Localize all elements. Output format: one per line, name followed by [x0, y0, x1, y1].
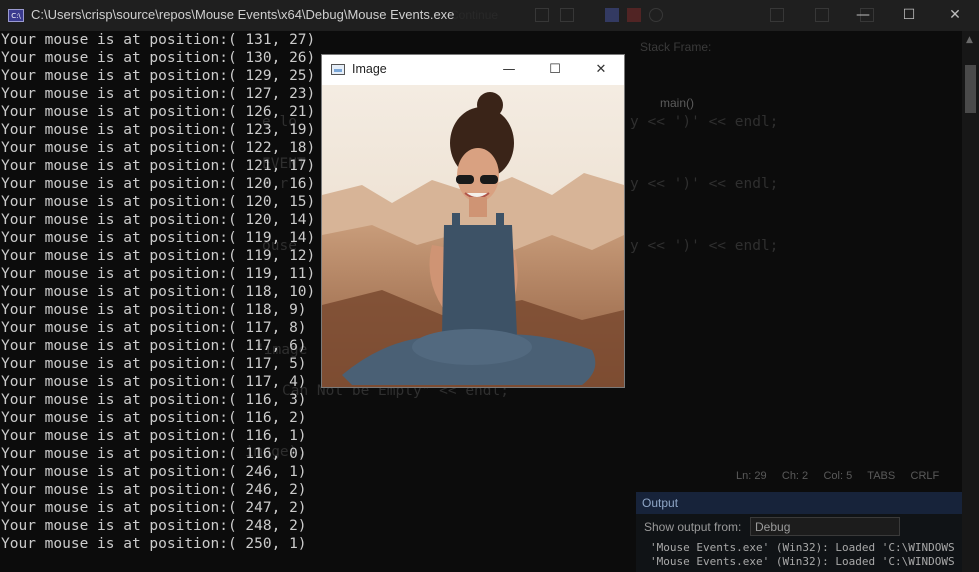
- output-line: 'Mouse Events.exe' (Win32): Loaded 'C:\W…: [650, 555, 955, 568]
- console-title-bar: C:\ C:\Users\crisp\source\repos\Mouse Ev…: [0, 0, 979, 31]
- console-line: Your mouse is at position:( 116, 1): [1, 428, 307, 444]
- console-line: Your mouse is at position:( 250, 1): [1, 536, 307, 552]
- window-title: C:\Users\crisp\source\repos\Mouse Events…: [31, 7, 455, 22]
- console-minimize-button[interactable]: —: [840, 0, 886, 31]
- console-line: Your mouse is at position:( 247, 2): [1, 500, 307, 516]
- scroll-up-arrow-icon[interactable]: ▲: [966, 35, 973, 45]
- image-window-title-bar[interactable]: Image — ☐ ✕: [322, 55, 624, 85]
- console-line: Your mouse is at position:( 116, 3): [1, 392, 307, 408]
- image-minimize-button[interactable]: —: [486, 55, 532, 85]
- console-line: Your mouse is at position:( 116, 0): [1, 446, 307, 462]
- image-close-button[interactable]: ✕: [578, 55, 624, 85]
- console-line: Your mouse is at position:( 248, 2): [1, 518, 307, 534]
- console-line: Your mouse is at position:( 116, 2): [1, 410, 307, 426]
- restart-icon: [649, 8, 663, 22]
- console-close-button[interactable]: ✕: [932, 0, 978, 31]
- console-line: Your mouse is at position:( 246, 1): [1, 464, 307, 480]
- scrollbar-thumb[interactable]: [965, 65, 976, 113]
- image-window-icon: [331, 64, 345, 75]
- image-window-title: Image: [352, 62, 387, 76]
- image-canvas[interactable]: [322, 85, 624, 387]
- continue-label: Continue: [450, 8, 499, 22]
- console-scrollbar[interactable]: ▲: [962, 31, 979, 572]
- console-line: Your mouse is at position:( 131, 27): [1, 32, 316, 48]
- console-line: Your mouse is at position:( 246, 2): [1, 482, 307, 498]
- photo-of-woman-sitting-on-rocks-icon: [322, 85, 624, 387]
- pause-icon: [605, 8, 619, 22]
- toolbar-icon: [560, 8, 574, 22]
- image-window[interactable]: Image — ☐ ✕: [321, 54, 625, 388]
- toolbar-icon: [770, 8, 784, 22]
- toolbar-icon: [815, 8, 829, 22]
- toolbar-icon: [535, 8, 549, 22]
- console-maximize-button[interactable]: ☐: [886, 0, 932, 31]
- console-app-icon: C:\: [8, 9, 24, 22]
- image-maximize-button[interactable]: ☐: [532, 55, 578, 85]
- stop-icon: [627, 8, 641, 22]
